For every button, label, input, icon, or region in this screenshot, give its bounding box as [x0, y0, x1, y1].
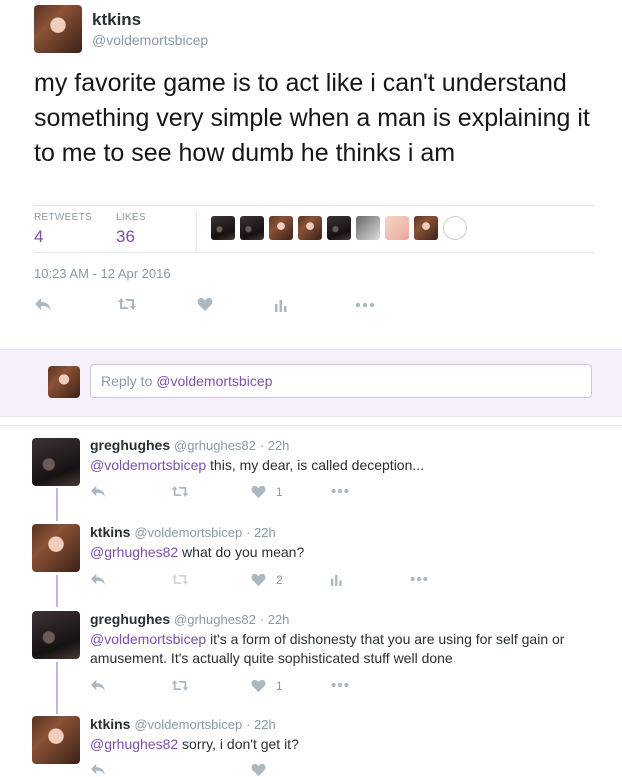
reply-mention[interactable]: @grhughes82 — [90, 544, 178, 560]
reply-placeholder-handle: @voldemortsbicep — [156, 373, 273, 389]
reply-author-handle[interactable]: @voldemortsbicep — [134, 525, 242, 540]
reply-text: @voldemortsbicep this, my dear, is calle… — [90, 456, 600, 475]
liker-avatar[interactable] — [385, 216, 409, 240]
reply-icon[interactable] — [90, 678, 106, 692]
reply-time[interactable]: · 22h — [246, 525, 276, 540]
retweet-icon[interactable] — [171, 679, 189, 692]
reply-time[interactable]: · 22h — [260, 612, 290, 627]
liker-avatar[interactable] — [327, 216, 351, 240]
reply-mention[interactable]: @grhughes82 — [90, 736, 178, 752]
heart-icon[interactable] — [197, 297, 213, 312]
reply-author-handle[interactable]: @grhughes82 — [174, 612, 256, 627]
liker-avatar[interactable] — [269, 216, 293, 240]
reply-placeholder-prefix: Reply to — [101, 373, 157, 389]
author-avatar[interactable] — [34, 5, 82, 53]
reply-author-handle[interactable]: @voldemortsbicep — [134, 717, 242, 732]
heart-icon[interactable] — [251, 763, 266, 777]
reply-like-count: 2 — [276, 573, 283, 587]
reply-icon[interactable] — [90, 484, 106, 498]
reply-time[interactable]: · 22h — [246, 717, 276, 732]
composer-avatar — [48, 366, 80, 398]
analytics-icon[interactable] — [274, 298, 288, 312]
analytics-icon[interactable] — [330, 573, 343, 586]
heart-icon[interactable] — [251, 485, 266, 499]
thread-line — [56, 575, 58, 607]
retweets-label: RETWEETS — [34, 212, 92, 223]
reply-body: sorry, i don't get it? — [178, 736, 299, 752]
stats-top-divider — [34, 205, 594, 206]
reply-icon[interactable] — [90, 762, 106, 776]
stats-separator — [196, 212, 197, 252]
liker-avatar[interactable] — [211, 216, 235, 240]
reply-like-count: 1 — [276, 485, 283, 499]
reply-author-handle[interactable]: @grhughes82 — [174, 438, 256, 453]
reply-input[interactable]: Reply to @voldemortsbicep — [90, 364, 592, 398]
author-handle[interactable]: @voldemortsbicep — [92, 32, 208, 48]
stats-bottom-divider — [34, 252, 594, 253]
replies-top-divider — [0, 425, 622, 426]
reply-text: @grhughes82 what do you mean? — [90, 543, 600, 562]
reply-icon[interactable] — [90, 572, 106, 586]
likes-label: LIKES — [116, 212, 146, 223]
retweet-icon[interactable] — [171, 485, 189, 498]
more-icon[interactable] — [331, 488, 349, 494]
reply-body: what do you mean? — [178, 544, 305, 560]
liker-avatar[interactable] — [414, 216, 438, 240]
reply-header: greghughes @grhughes82 · 22h — [90, 611, 289, 627]
reply-author-name[interactable]: greghughes — [90, 437, 170, 453]
author-name[interactable]: ktkins — [92, 10, 141, 30]
thread-line — [56, 662, 58, 714]
reply-avatar[interactable] — [32, 438, 80, 486]
reply-like-count: 1 — [276, 679, 283, 693]
thread-line — [56, 488, 58, 521]
tweet-text: my favorite game is to act like i can't … — [34, 69, 590, 167]
reply-avatar[interactable] — [32, 716, 80, 764]
more-icon[interactable] — [410, 576, 428, 582]
likes-count[interactable]: 36 — [116, 227, 135, 247]
reply-text: @voldemortsbicep it's a form of dishones… — [90, 630, 600, 668]
retweet-icon[interactable] — [117, 297, 137, 311]
reply-author-name[interactable]: ktkins — [90, 524, 130, 540]
liker-avatar[interactable] — [240, 216, 264, 240]
tweet-timestamp[interactable]: 10:23 AM - 12 Apr 2016 — [34, 266, 171, 281]
reply-text: @grhughes82 sorry, i don't get it? — [90, 735, 600, 754]
heart-icon[interactable] — [251, 573, 266, 587]
liker-avatar[interactable] — [298, 216, 322, 240]
reply-body: this, my dear, is called deception... — [206, 457, 425, 473]
reply-author-name[interactable]: ktkins — [90, 716, 130, 732]
reply-header: greghughes @grhughes82 · 22h — [90, 437, 289, 453]
liker-avatar[interactable] — [356, 216, 380, 240]
reply-icon[interactable] — [34, 296, 52, 312]
reply-avatar[interactable] — [32, 524, 80, 572]
reply-mention[interactable]: @voldemortsbicep — [90, 631, 206, 647]
reply-author-name[interactable]: greghughes — [90, 611, 170, 627]
liker-avatar[interactable] — [443, 216, 467, 240]
reply-avatar[interactable] — [32, 611, 80, 659]
retweet-icon[interactable] — [171, 573, 189, 586]
more-icon[interactable] — [331, 682, 349, 688]
reply-time[interactable]: · 22h — [260, 438, 290, 453]
more-icon[interactable] — [355, 302, 375, 308]
reply-header: ktkins @voldemortsbicep · 22h — [90, 524, 276, 540]
reply-mention[interactable]: @voldemortsbicep — [90, 457, 206, 473]
reply-header: ktkins @voldemortsbicep · 22h — [90, 716, 276, 732]
retweets-count[interactable]: 4 — [34, 227, 43, 247]
heart-icon[interactable] — [251, 679, 266, 693]
